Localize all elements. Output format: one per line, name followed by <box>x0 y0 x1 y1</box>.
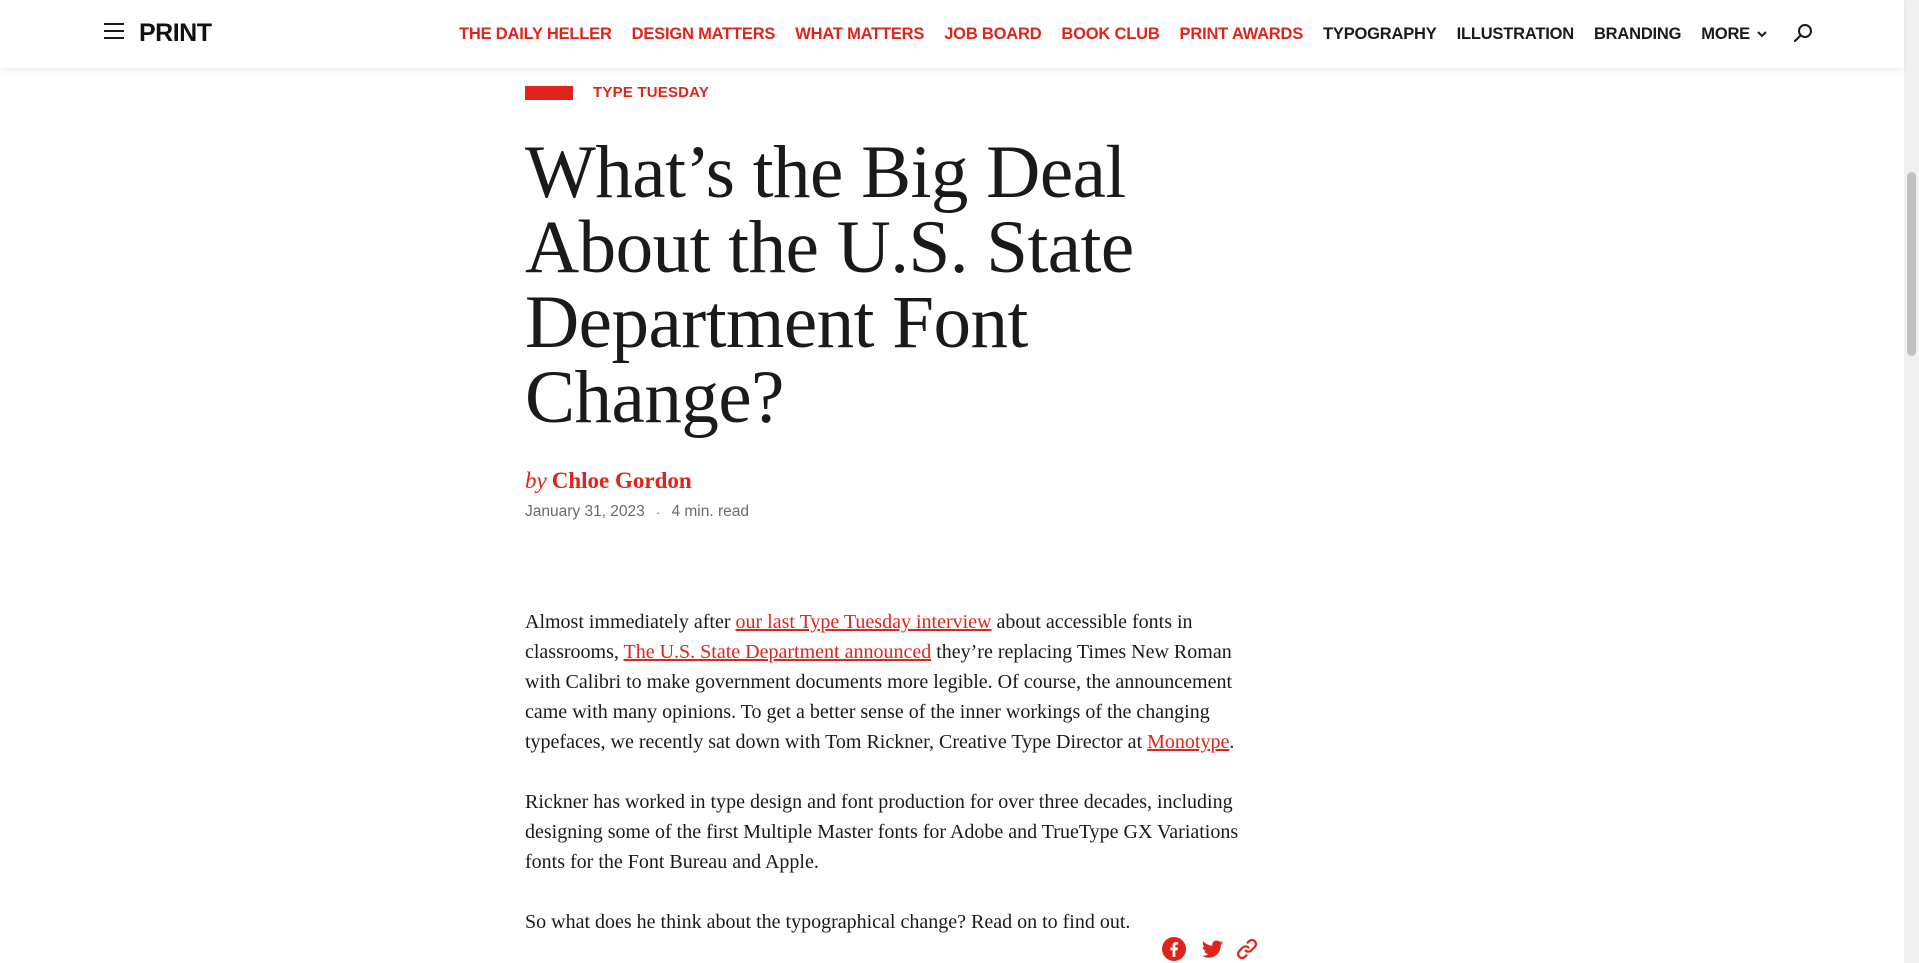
hamburger-menu-icon[interactable] <box>104 23 126 43</box>
nav-item-job-board[interactable]: JOB BOARD <box>944 25 1041 44</box>
nav-item-branding[interactable]: BRANDING <box>1594 25 1682 44</box>
p1-text-4: . <box>1229 731 1235 753</box>
nav-item-more[interactable]: MORE <box>1701 25 1768 44</box>
link-type-tuesday-interview[interactable]: our last Type Tuesday interview <box>736 611 992 633</box>
main-nav: THE DAILY HELLER DESIGN MATTERS WHAT MAT… <box>459 0 1788 68</box>
chevron-down-icon <box>1757 31 1767 38</box>
article-meta: January 31, 2023 · 4 min. read <box>525 503 749 521</box>
nav-item-typography[interactable]: TYPOGRAPHY <box>1323 25 1437 44</box>
paragraph-2: Rickner has worked in type design and fo… <box>525 791 1239 873</box>
article-body: Almost immediately after our last Type T… <box>525 607 1260 963</box>
nav-item-what-matters[interactable]: WHAT MATTERS <box>795 25 924 44</box>
link-state-department-announced[interactable]: The U.S. State Department announced <box>624 641 932 663</box>
nav-item-book-club[interactable]: BOOK CLUB <box>1061 25 1159 44</box>
nav-more-label: MORE <box>1701 24 1750 43</box>
link-monotype[interactable]: Monotype <box>1147 731 1229 753</box>
nav-item-illustration[interactable]: ILLUSTRATION <box>1457 25 1575 44</box>
author-link[interactable]: Chloe Gordon <box>552 468 692 493</box>
read-time: 4 min. read <box>671 503 750 520</box>
nav-item-print-awards[interactable]: PRINT AWARDS <box>1180 25 1304 44</box>
publish-date: January 31, 2023 <box>525 503 645 520</box>
site-logo[interactable]: PRINT <box>139 19 212 48</box>
nav-item-design-matters[interactable]: DESIGN MATTERS <box>632 25 776 44</box>
category-link[interactable]: TYPE TUESDAY <box>593 84 709 101</box>
page-scrollbar[interactable] <box>1904 0 1919 963</box>
site-header: PRINT THE DAILY HELLER DESIGN MATTERS WH… <box>0 0 1904 68</box>
category-marker <box>525 86 573 100</box>
article-title: What’s the Big Deal About the U.S. State… <box>525 131 1134 439</box>
scrollbar-thumb[interactable] <box>1907 172 1916 356</box>
byline: by Chloe Gordon <box>525 468 692 494</box>
byline-prefix: by <box>525 468 547 493</box>
search-icon[interactable] <box>1793 22 1815 44</box>
paragraph-1: Almost immediately after our last Type T… <box>525 607 1260 757</box>
meta-separator: · <box>655 504 661 520</box>
p1-text-1: Almost immediately after <box>525 611 736 633</box>
nav-item-daily-heller[interactable]: THE DAILY HELLER <box>459 25 612 44</box>
paragraph-3: So what does he think about the typograp… <box>525 911 1131 933</box>
